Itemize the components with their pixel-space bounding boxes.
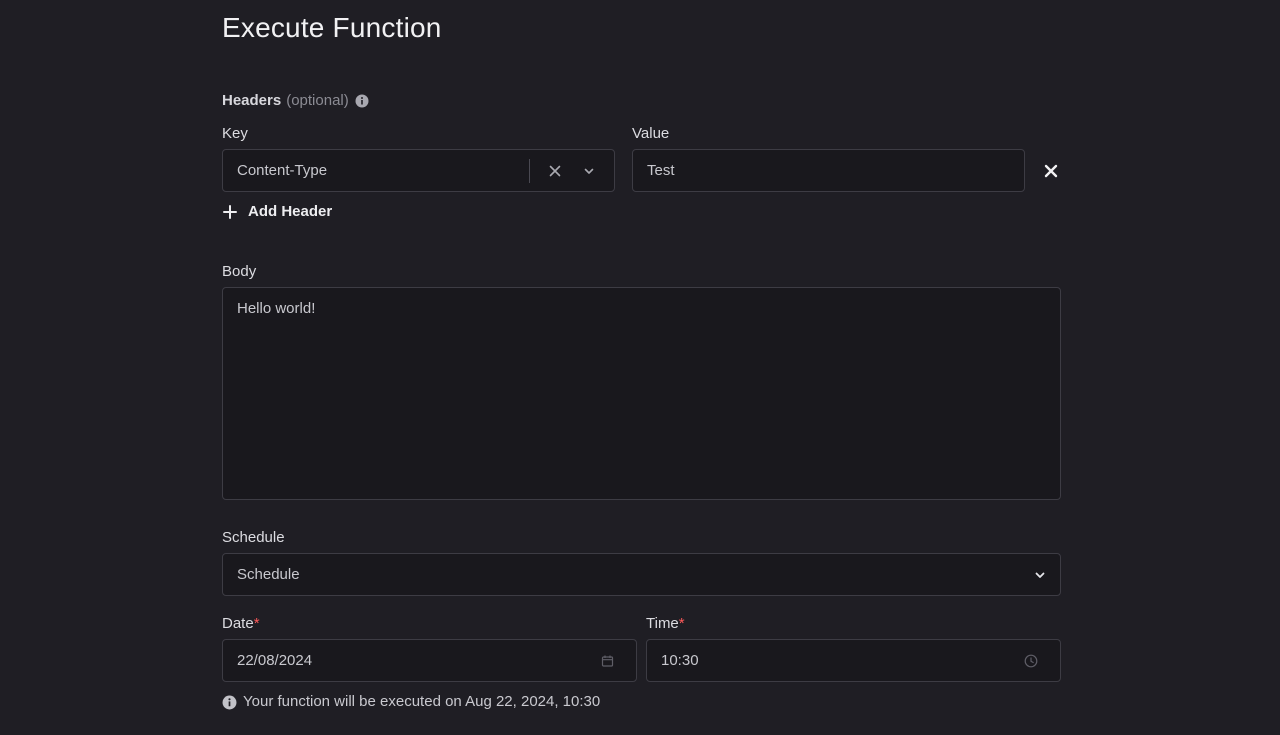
header-key-value: Content-Type	[237, 162, 328, 179]
headers-label: Headers	[222, 92, 282, 109]
schedule-select[interactable]: Schedule	[222, 553, 1061, 596]
add-header-label: Add Header	[248, 203, 333, 220]
header-key-select[interactable]: Content-Type	[222, 149, 615, 192]
time-value: 10:30	[661, 652, 699, 669]
header-key-controls	[529, 150, 598, 191]
time-label-text: Time	[646, 615, 679, 632]
date-value: 22/08/2024	[237, 652, 313, 669]
required-mark: *	[678, 615, 685, 632]
header-value-input[interactable]: Test	[632, 149, 1025, 192]
divider	[529, 158, 530, 183]
date-input[interactable]: 22/08/2024	[222, 639, 637, 682]
schedule-hint: Your function will be executed on Aug 22…	[222, 693, 600, 710]
calendar-icon[interactable]	[601, 654, 614, 667]
schedule-selected-value: Schedule	[237, 566, 300, 583]
headers-section-label: Headers (optional)	[222, 92, 369, 109]
key-label: Key	[222, 125, 248, 142]
schedule-hint-text: Your function will be executed on Aug 22…	[243, 693, 601, 710]
execute-function-page: Execute Function Headers (optional) Key …	[0, 0, 1280, 735]
chevron-down-icon	[1034, 569, 1046, 581]
value-label: Value	[632, 125, 670, 142]
schedule-label: Schedule	[222, 529, 285, 546]
chevron-down-icon[interactable]	[580, 162, 598, 180]
date-label-text: Date	[222, 615, 254, 632]
page-title: Execute Function	[222, 12, 442, 43]
time-label: Time*	[646, 615, 685, 632]
body-textarea[interactable]: Hello world!	[222, 287, 1061, 500]
time-input[interactable]: 10:30	[646, 639, 1061, 682]
body-label: Body	[222, 263, 257, 280]
clear-icon[interactable]	[546, 162, 564, 180]
header-value-text: Test	[647, 162, 675, 179]
clock-icon[interactable]	[1024, 654, 1038, 668]
close-icon	[1044, 164, 1058, 178]
date-label: Date*	[222, 615, 260, 632]
remove-header-button[interactable]	[1041, 161, 1061, 181]
add-header-button[interactable]: Add Header	[222, 203, 332, 220]
info-icon	[222, 695, 237, 710]
info-icon[interactable]	[355, 94, 369, 108]
required-mark: *	[253, 615, 260, 632]
plus-icon	[222, 204, 238, 220]
headers-optional-label: (optional)	[286, 92, 349, 109]
